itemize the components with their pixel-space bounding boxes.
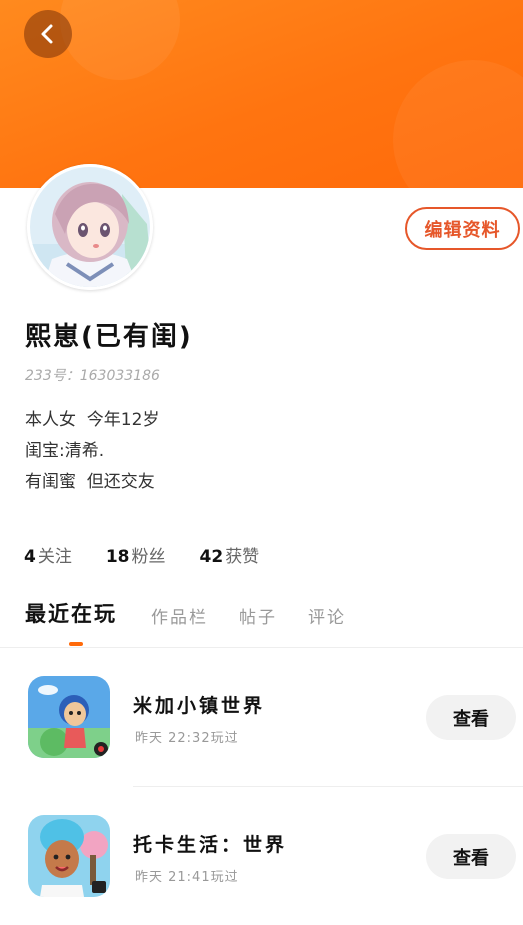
stat-label: 粉丝 (131, 547, 166, 567)
bio: 本人女 今年12岁 闺宝:清希. 有闺蜜 但还交友 (25, 405, 159, 498)
nickname: 熙崽(已有闺) (25, 322, 193, 352)
game-icon-image (28, 676, 110, 758)
edit-profile-button[interactable]: 编辑资料 (405, 207, 520, 250)
bio-line: 本人女 今年12岁 (25, 410, 160, 430)
tab-posts[interactable]: 帖子 (239, 603, 277, 630)
stat-following[interactable]: 4 关注 (24, 542, 72, 567)
stat-label: 关注 (37, 547, 72, 567)
profile-banner (0, 0, 523, 188)
user-id: 233号：163033186 (25, 368, 160, 384)
game-played-time: 昨天 22:32玩过 (135, 731, 239, 746)
tab-recently-played[interactable]: 最近在玩 (25, 598, 117, 630)
banner-decoration (393, 60, 523, 188)
stat-followers[interactable]: 18 粉丝 (106, 542, 166, 567)
back-button[interactable] (24, 10, 72, 58)
stat-likes[interactable]: 42 获赞 (200, 542, 260, 567)
avatar[interactable] (27, 164, 153, 290)
game-list-item[interactable]: 托卡生活：世界 昨天 21:41玩过 查看 (0, 815, 523, 925)
game-icon-image (28, 815, 110, 897)
chevron-left-icon (41, 24, 53, 44)
list-divider (133, 786, 523, 787)
bio-line: 有闺蜜 但还交友 (25, 472, 155, 492)
game-played-time: 昨天 21:41玩过 (135, 870, 239, 885)
view-game-button[interactable]: 查看 (426, 695, 516, 740)
stat-count: 42 (199, 547, 224, 567)
active-tab-indicator (69, 642, 83, 646)
toca-life-icon[interactable] (28, 815, 110, 897)
profile-tabs: 最近在玩 作品栏 帖子 评论 (25, 598, 377, 630)
avatar-image (27, 164, 153, 290)
game-title: 托卡生活：世界 (133, 834, 288, 856)
stat-count: 4 (24, 547, 36, 567)
banner-decoration (60, 0, 180, 80)
stat-label: 获赞 (225, 547, 260, 567)
tab-comments[interactable]: 评论 (308, 603, 346, 630)
tab-works[interactable]: 作品栏 (151, 603, 208, 630)
game-list-item[interactable]: 米加小镇世界 昨天 22:32玩过 查看 (0, 676, 523, 786)
tabs-divider (0, 647, 523, 648)
bio-line: 闺宝:清希. (25, 441, 105, 461)
miga-town-icon[interactable] (28, 676, 110, 758)
stat-count: 18 (105, 547, 130, 567)
game-title: 米加小镇世界 (133, 695, 266, 717)
view-game-button[interactable]: 查看 (426, 834, 516, 879)
stats-bar: 4 关注 18 粉丝 42 获赞 (24, 542, 259, 567)
